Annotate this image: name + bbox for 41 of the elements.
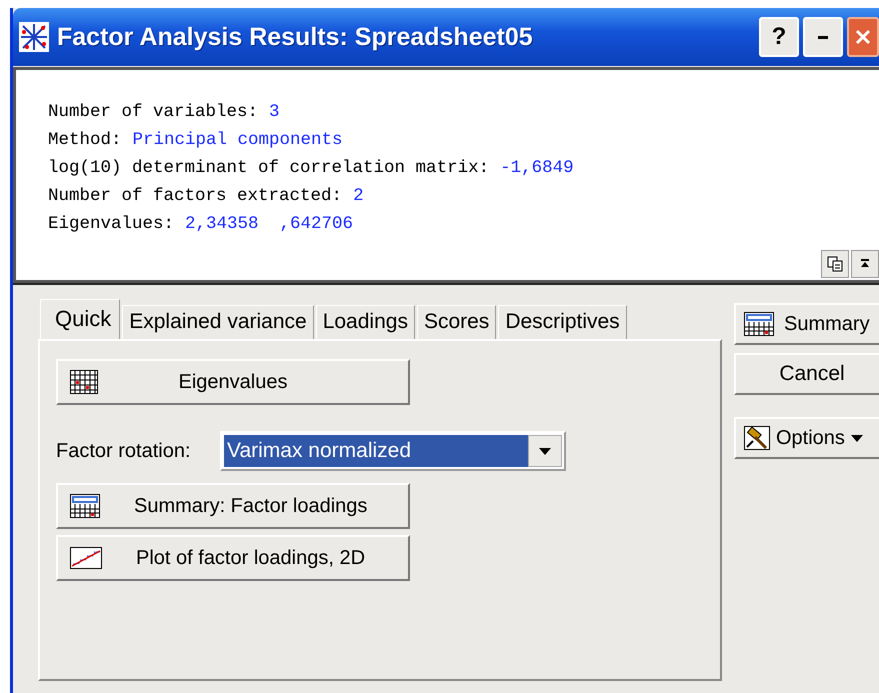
minimize-button[interactable] (803, 17, 843, 57)
dropdown-arrow-icon (539, 448, 551, 454)
summary-table-icon (744, 312, 774, 336)
collapse-button[interactable] (851, 250, 879, 278)
table-icon (70, 370, 98, 394)
rotation-dropdown[interactable]: Varimax normalized (220, 431, 566, 471)
options-button[interactable]: Options (734, 417, 879, 459)
output-label: Eigenvalues: (48, 214, 174, 234)
close-button[interactable] (847, 17, 879, 57)
eigenvalues-button[interactable]: Eigenvalues (56, 359, 410, 405)
copy-icon (827, 256, 843, 272)
summary-button[interactable]: Summary (734, 303, 879, 345)
copy-button[interactable] (821, 250, 849, 278)
plot-loadings-button[interactable]: Plot of factor loadings, 2D (56, 535, 410, 581)
output-label: Method: (48, 130, 122, 150)
scatter-plot-icon (70, 547, 102, 569)
output-value: 2,34358 ,642706 (185, 214, 354, 234)
tab[interactable]: Loadings (316, 305, 415, 339)
summary-table-icon (70, 494, 100, 518)
field-label: Factor rotation: (56, 440, 192, 462)
close-icon (854, 28, 872, 46)
tab[interactable]: Descriptives (498, 305, 627, 339)
cancel-button[interactable]: Cancel (734, 353, 879, 395)
summary-loadings-button[interactable]: Summary: Factor loadings (56, 483, 410, 529)
output-label: log(10) determinant of correlation matrix: (48, 158, 490, 178)
dropdown-arrow-icon (850, 434, 863, 442)
minimize-icon (818, 36, 828, 38)
tab[interactable]: Scores (416, 305, 496, 339)
tab[interactable]: Explained variance (122, 305, 314, 339)
output-label: Number of factors extracted: (48, 186, 342, 206)
tab[interactable]: Quick (40, 299, 120, 339)
help-button[interactable]: ? (759, 17, 799, 57)
arrow-up-icon (860, 258, 870, 270)
hammer-icon (744, 426, 770, 450)
output-value: Principal components (132, 130, 343, 150)
output-value: 3 (269, 102, 280, 122)
output-label: Number of variables: (48, 102, 258, 122)
output-value: 2 (353, 186, 364, 206)
output-value: -1,6849 (500, 158, 574, 178)
window-title: Factor Analysis Results: Spreadsheet05 (57, 22, 534, 52)
app-icon (19, 22, 49, 52)
